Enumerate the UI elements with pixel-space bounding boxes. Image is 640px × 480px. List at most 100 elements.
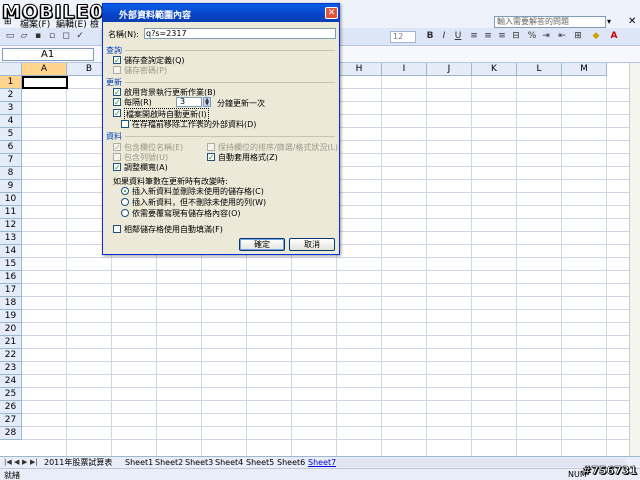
row-header-13[interactable]: 13	[0, 232, 22, 245]
indent-icon[interactable]: ⇥	[540, 31, 552, 42]
column-header-m[interactable]: M	[562, 63, 607, 76]
ok-button[interactable]: 確定	[239, 238, 285, 251]
sheet-tab-7[interactable]: Sheet7	[308, 457, 336, 468]
refresh-on-open-checkbox[interactable]: ✓	[113, 109, 121, 118]
row-header-19[interactable]: 19	[0, 310, 22, 323]
row-header-4[interactable]: 4	[0, 115, 22, 128]
row-header-14[interactable]: 14	[0, 245, 22, 258]
refresh-minutes-spinner[interactable]: ▲ ▼	[203, 97, 211, 107]
select-all-corner[interactable]	[0, 63, 22, 76]
column-header-j[interactable]: J	[427, 63, 472, 76]
auto-format-checkbox[interactable]: ✓	[207, 153, 215, 162]
save-query-checkbox[interactable]: ✓	[113, 56, 121, 65]
adjust-width-checkbox[interactable]: ✓	[113, 163, 121, 172]
sheet-tab-4[interactable]: Sheet4	[215, 457, 243, 468]
underline-icon[interactable]: U	[452, 31, 464, 42]
row-header-1[interactable]: 1	[0, 76, 22, 89]
excel-app-icon[interactable]: ⊞	[4, 17, 12, 27]
sheet-tab-6[interactable]: Sheet6	[277, 457, 305, 468]
spelling-icon[interactable]: ✓	[74, 31, 86, 42]
row-header-18[interactable]: 18	[0, 297, 22, 310]
row-header-15[interactable]: 15	[0, 258, 22, 271]
row-header-26[interactable]: 26	[0, 401, 22, 414]
row-header-12[interactable]: 12	[0, 219, 22, 232]
name-field[interactable]: q?s=2317	[144, 28, 336, 39]
row-header-23[interactable]: 23	[0, 362, 22, 375]
include-row-numbers-checkbox[interactable]	[113, 153, 121, 161]
align-center-icon[interactable]: ≡	[482, 31, 494, 42]
name-box[interactable]: A1	[2, 48, 94, 61]
background-refresh-checkbox[interactable]: ✓	[113, 88, 121, 97]
column-header-k[interactable]: K	[472, 63, 517, 76]
insert-delete-radio[interactable]	[121, 187, 129, 195]
merge-center-icon[interactable]: ⊟	[510, 31, 522, 42]
sheet-tab-2[interactable]: Sheet2	[155, 457, 183, 468]
dialog-close-button[interactable]: ✕	[325, 7, 338, 19]
row-header-8[interactable]: 8	[0, 167, 22, 180]
row-header-2[interactable]: 2	[0, 89, 22, 102]
gridline-horizontal	[22, 426, 640, 427]
italic-icon[interactable]: I	[438, 31, 450, 42]
row-header-25[interactable]: 25	[0, 388, 22, 401]
first-sheet-icon[interactable]: |◀	[4, 458, 12, 466]
insert-rows-radio[interactable]	[121, 198, 129, 206]
help-dropdown-icon[interactable]: ▾	[607, 17, 611, 26]
row-header-16[interactable]: 16	[0, 271, 22, 284]
next-sheet-icon[interactable]: ▶	[22, 458, 27, 466]
row-header-3[interactable]: 3	[0, 102, 22, 115]
row-header-6[interactable]: 6	[0, 141, 22, 154]
print-icon[interactable]: ▫	[46, 31, 58, 42]
column-header-l[interactable]: L	[517, 63, 562, 76]
percent-icon[interactable]: %	[526, 31, 538, 42]
row-header-17[interactable]: 17	[0, 284, 22, 297]
query-group-divider	[125, 50, 335, 51]
row-header-21[interactable]: 21	[0, 336, 22, 349]
vertical-scrollbar[interactable]	[629, 63, 640, 456]
remove-on-save-checkbox[interactable]	[121, 120, 129, 128]
align-left-icon[interactable]: ≡	[468, 31, 480, 42]
refresh-every-checkbox[interactable]: ✓	[113, 98, 121, 107]
preview-icon[interactable]: ◻	[60, 31, 72, 42]
active-cell[interactable]	[22, 76, 68, 89]
column-header-a[interactable]: A	[22, 63, 67, 76]
refresh-minutes-input[interactable]: 3	[176, 97, 202, 107]
align-right-icon[interactable]: ≡	[496, 31, 508, 42]
help-search-input[interactable]: 輸入需要解答的問題	[494, 16, 606, 28]
row-header-20[interactable]: 20	[0, 323, 22, 336]
sheet-tab-1[interactable]: Sheet1	[125, 457, 153, 468]
sheet-tab-3[interactable]: Sheet3	[185, 457, 213, 468]
row-header-24[interactable]: 24	[0, 375, 22, 388]
font-size-select[interactable]: 12	[390, 31, 416, 43]
sheet-tab-5[interactable]: Sheet5	[246, 457, 274, 468]
prev-sheet-icon[interactable]: ◀	[14, 458, 19, 466]
row-header-9[interactable]: 9	[0, 180, 22, 193]
font-color-icon[interactable]: A	[608, 31, 620, 42]
sheet-tab-stock[interactable]: 2011年股票試算表	[44, 457, 112, 468]
save-password-checkbox[interactable]	[113, 66, 121, 74]
row-header-28[interactable]: 28	[0, 427, 22, 440]
row-header-22[interactable]: 22	[0, 349, 22, 362]
row-header-5[interactable]: 5	[0, 128, 22, 141]
column-header-h[interactable]: H	[337, 63, 382, 76]
row-header-11[interactable]: 11	[0, 206, 22, 219]
close-workbook-icon[interactable]: ✕	[628, 16, 636, 27]
row-header-10[interactable]: 10	[0, 193, 22, 206]
open-icon[interactable]: ▱	[18, 31, 30, 42]
row-header-7[interactable]: 7	[0, 154, 22, 167]
bold-icon[interactable]: B	[424, 31, 436, 42]
borders-icon[interactable]: ⊞	[572, 31, 584, 42]
fill-color-icon[interactable]: ◆	[590, 31, 602, 42]
overwrite-radio[interactable]	[121, 209, 129, 217]
outdent-icon[interactable]: ⇤	[556, 31, 568, 42]
include-field-names-checkbox[interactable]: ✓	[113, 143, 121, 152]
fill-down-checkbox[interactable]	[113, 225, 121, 233]
preserve-sort-checkbox[interactable]	[207, 143, 215, 151]
dialog-title-bar[interactable]: 外部資料範圍內容 ✕	[103, 4, 339, 22]
cancel-button[interactable]: 取消	[289, 238, 335, 251]
last-sheet-icon[interactable]: ▶|	[30, 458, 38, 466]
column-header-i[interactable]: I	[382, 63, 427, 76]
row-header-27[interactable]: 27	[0, 414, 22, 427]
dialog-title: 外部資料範圍內容	[119, 11, 192, 21]
save-icon[interactable]: ▪	[32, 31, 44, 42]
new-icon[interactable]: ▭	[4, 31, 16, 42]
